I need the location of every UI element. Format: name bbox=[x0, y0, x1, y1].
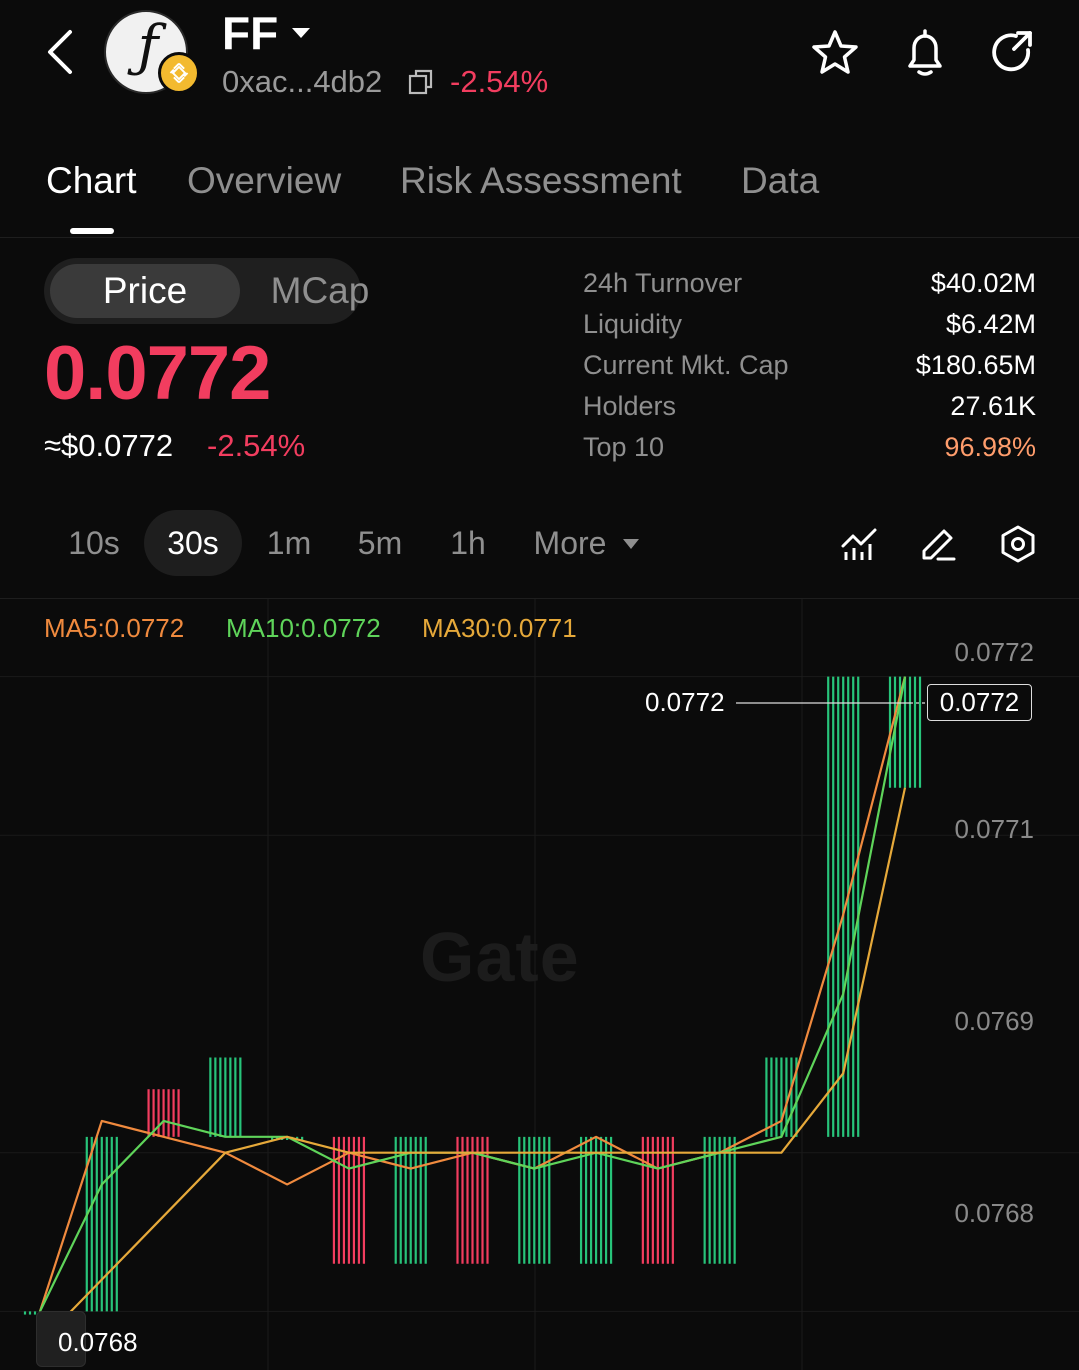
ma10-legend: MA10:0.0772 bbox=[226, 613, 381, 643]
caret-down-icon[interactable] bbox=[290, 26, 312, 40]
stat-value-turnover: $40.02M bbox=[930, 268, 1036, 298]
active-tab-indicator bbox=[70, 228, 114, 234]
timeframe-more[interactable]: More bbox=[526, 510, 614, 576]
header: ƒ FF 0xac...4db2 -2.54% bbox=[0, 0, 1079, 120]
low-price-label: 0.0768 bbox=[58, 1327, 138, 1357]
bell-alert-icon[interactable] bbox=[900, 28, 950, 78]
timeframe-bar: 10s 30s 1m 5m 1h More bbox=[0, 510, 1079, 576]
price-mcap-toggle: Price MCap bbox=[44, 258, 369, 324]
tab-overview[interactable]: Overview bbox=[187, 160, 341, 202]
tab-risk-assessment[interactable]: Risk Assessment bbox=[400, 160, 682, 202]
copy-icon[interactable] bbox=[408, 68, 434, 96]
bnb-chain-icon bbox=[158, 52, 200, 94]
stat-value-holders: 27.61K bbox=[950, 391, 1036, 421]
stat-value-top10: 96.98% bbox=[944, 432, 1036, 462]
token-symbol[interactable]: FF bbox=[222, 6, 278, 60]
usd-price: ≈$0.0772 bbox=[44, 428, 174, 463]
stat-value-market-cap: $180.65M bbox=[915, 350, 1036, 380]
timeframe-1m[interactable]: 1m bbox=[256, 510, 322, 576]
ma30-legend: MA30:0.0771 bbox=[422, 613, 577, 643]
last-price-line-label: 0.0772 bbox=[645, 687, 725, 717]
indicators-icon[interactable] bbox=[840, 524, 880, 564]
toggle-mcap[interactable]: MCap bbox=[240, 264, 400, 318]
token-address: 0xac...4db2 bbox=[222, 64, 383, 99]
y-tick-label: 0.0768 bbox=[954, 1198, 1034, 1228]
tab-chart[interactable]: Chart bbox=[46, 160, 136, 202]
stat-value-liquidity: $6.42M bbox=[945, 309, 1036, 339]
star-favorite-icon[interactable] bbox=[810, 28, 860, 78]
last-price-box: 0.0772 bbox=[927, 684, 1032, 721]
y-tick-label: 0.0769 bbox=[954, 1006, 1034, 1036]
header-price-change: -2.54% bbox=[450, 64, 549, 99]
y-tick-label: 0.0771 bbox=[954, 814, 1034, 844]
toggle-price[interactable]: Price bbox=[50, 264, 240, 318]
timeframe-10s[interactable]: 10s bbox=[56, 510, 132, 576]
share-icon[interactable] bbox=[988, 28, 1038, 78]
stat-label-holders: Holders bbox=[583, 391, 677, 421]
tab-data[interactable]: Data bbox=[741, 160, 819, 202]
timeframe-1h[interactable]: 1h bbox=[440, 510, 496, 576]
settings-hexagon-icon[interactable] bbox=[998, 524, 1038, 564]
stat-label-turnover: 24h Turnover bbox=[583, 268, 743, 298]
stat-label-top10: Top 10 bbox=[583, 432, 665, 462]
price-chart[interactable]: Gate MA5:0.0772 MA10:0.0772 MA30:0.0771 … bbox=[0, 598, 1079, 1370]
gate-watermark: Gate bbox=[420, 918, 580, 996]
ma5-legend: MA5:0.0772 bbox=[44, 613, 185, 643]
timeframe-30s[interactable]: 30s bbox=[144, 510, 242, 576]
stat-label-market-cap: Current Mkt. Cap bbox=[583, 350, 789, 380]
stat-label-liquidity: Liquidity bbox=[583, 309, 683, 339]
draw-pen-icon[interactable] bbox=[918, 524, 958, 564]
current-price: 0.0772 bbox=[44, 331, 271, 416]
timeframe-5m[interactable]: 5m bbox=[346, 510, 414, 576]
price-change: -2.54% bbox=[207, 428, 306, 463]
back-arrow-icon[interactable] bbox=[38, 26, 82, 78]
caret-down-icon[interactable] bbox=[622, 538, 640, 550]
main-tabs: Chart Overview Risk Assessment Data bbox=[0, 150, 1079, 238]
y-tick-label: 0.0772 bbox=[954, 637, 1034, 667]
